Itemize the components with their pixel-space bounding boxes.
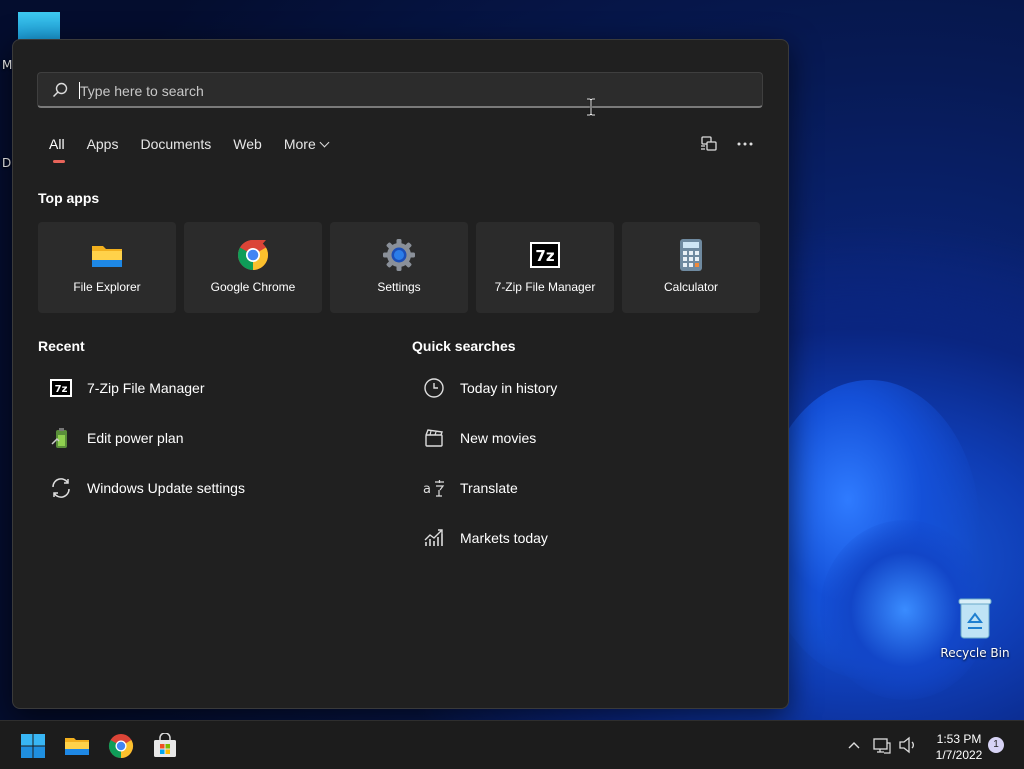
search-devices-icon[interactable]	[697, 132, 721, 156]
folder-icon	[92, 246, 122, 267]
tab-apps[interactable]: Apps	[87, 136, 119, 152]
quick-search-item[interactable]: Markets today	[422, 523, 548, 553]
network-icon[interactable]	[872, 735, 892, 755]
recent-item-label: Windows Update settings	[87, 480, 245, 496]
gear-icon	[383, 239, 415, 271]
top-apps-heading: Top apps	[38, 190, 100, 206]
top-apps-tiles: File Explorer Google Chrome Settings 7z …	[38, 222, 760, 313]
clapperboard-icon	[422, 426, 446, 450]
quick-search-label: New movies	[460, 430, 537, 446]
app-tile-7zip[interactable]: 7z 7-Zip File Manager	[476, 222, 614, 313]
tab-web[interactable]: Web	[233, 136, 262, 152]
clock-tray[interactable]: 1:53 PM 1/7/2022	[928, 731, 990, 763]
7zip-icon: 7z	[49, 376, 73, 400]
search-input[interactable]	[78, 79, 742, 103]
7zip-icon: 7z	[530, 242, 560, 268]
microsoft-store-icon[interactable]	[152, 733, 178, 759]
quick-search-label: Today in history	[460, 380, 558, 396]
recent-item[interactable]: Windows Update settings	[49, 473, 245, 503]
volume-icon[interactable]	[898, 735, 918, 755]
clock-icon	[422, 376, 446, 400]
tab-all[interactable]: All	[49, 136, 65, 163]
app-tile-settings[interactable]: Settings	[330, 222, 468, 313]
tab-more[interactable]: More	[283, 136, 330, 152]
tray-date: 1/7/2022	[935, 748, 983, 762]
tray-time: 1:53 PM	[936, 732, 982, 746]
chrome-icon[interactable]	[108, 733, 134, 759]
notification-count: 1	[993, 739, 999, 750]
app-tile-label: Calculator	[663, 280, 719, 294]
search-box[interactable]	[37, 72, 763, 108]
quick-searches-heading: Quick searches	[412, 338, 516, 354]
quick-search-item[interactable]: New movies	[422, 423, 536, 453]
app-tile-file-explorer[interactable]: File Explorer	[38, 222, 176, 313]
svg-text:a: a	[423, 482, 431, 497]
desktop-label-partial: M	[2, 58, 13, 72]
desktop-icon-partial[interactable]	[18, 12, 60, 40]
app-tile-label: Google Chrome	[210, 280, 296, 294]
text-cursor-icon	[587, 98, 595, 116]
quick-search-label: Translate	[460, 480, 518, 496]
search-tabs: All Apps Documents Web More	[49, 136, 330, 163]
recent-item[interactable]: 7z 7-Zip File Manager	[49, 373, 205, 403]
taskbar: 1:53 PM 1/7/2022 1	[0, 720, 1024, 769]
refresh-icon	[49, 476, 73, 500]
notification-badge[interactable]: 1	[988, 737, 1004, 753]
quick-search-label: Markets today	[460, 530, 548, 546]
chrome-icon	[237, 240, 269, 270]
recycle-bin-icon[interactable]: Recycle Bin	[940, 596, 1010, 660]
recent-heading: Recent	[38, 338, 85, 354]
svg-text:7z: 7z	[535, 247, 554, 265]
windows-start-icon[interactable]	[20, 733, 46, 759]
chevron-up-icon[interactable]	[846, 737, 862, 753]
calculator-icon	[680, 239, 702, 271]
file-explorer-icon[interactable]	[64, 733, 90, 759]
tab-documents[interactable]: Documents	[140, 136, 211, 152]
search-icon	[52, 82, 68, 98]
more-options-icon[interactable]	[733, 132, 757, 156]
recent-item[interactable]: Edit power plan	[49, 423, 184, 453]
chart-icon	[422, 526, 446, 550]
recycle-bin-label: Recycle Bin	[940, 646, 1010, 660]
app-tile-label: File Explorer	[73, 280, 141, 294]
app-tile-label: 7-Zip File Manager	[494, 280, 596, 294]
app-tile-label: Settings	[377, 280, 421, 294]
quick-search-item[interactable]: Today in history	[422, 373, 557, 403]
search-panel: All Apps Documents Web More Top apps Fil…	[12, 39, 789, 709]
recent-item-label: 7-Zip File Manager	[87, 380, 205, 396]
tab-more-label: More	[283, 136, 316, 152]
translate-icon: a	[422, 476, 446, 500]
app-tile-calculator[interactable]: Calculator	[622, 222, 760, 313]
battery-icon	[49, 426, 73, 450]
app-tile-google-chrome[interactable]: Google Chrome	[184, 222, 322, 313]
text-caret	[79, 82, 80, 99]
recent-item-label: Edit power plan	[87, 430, 184, 446]
recycle-bin-icon	[958, 598, 992, 639]
svg-text:7z: 7z	[55, 384, 68, 395]
chevron-down-icon	[319, 137, 330, 148]
quick-search-item[interactable]: a Translate	[422, 473, 518, 503]
